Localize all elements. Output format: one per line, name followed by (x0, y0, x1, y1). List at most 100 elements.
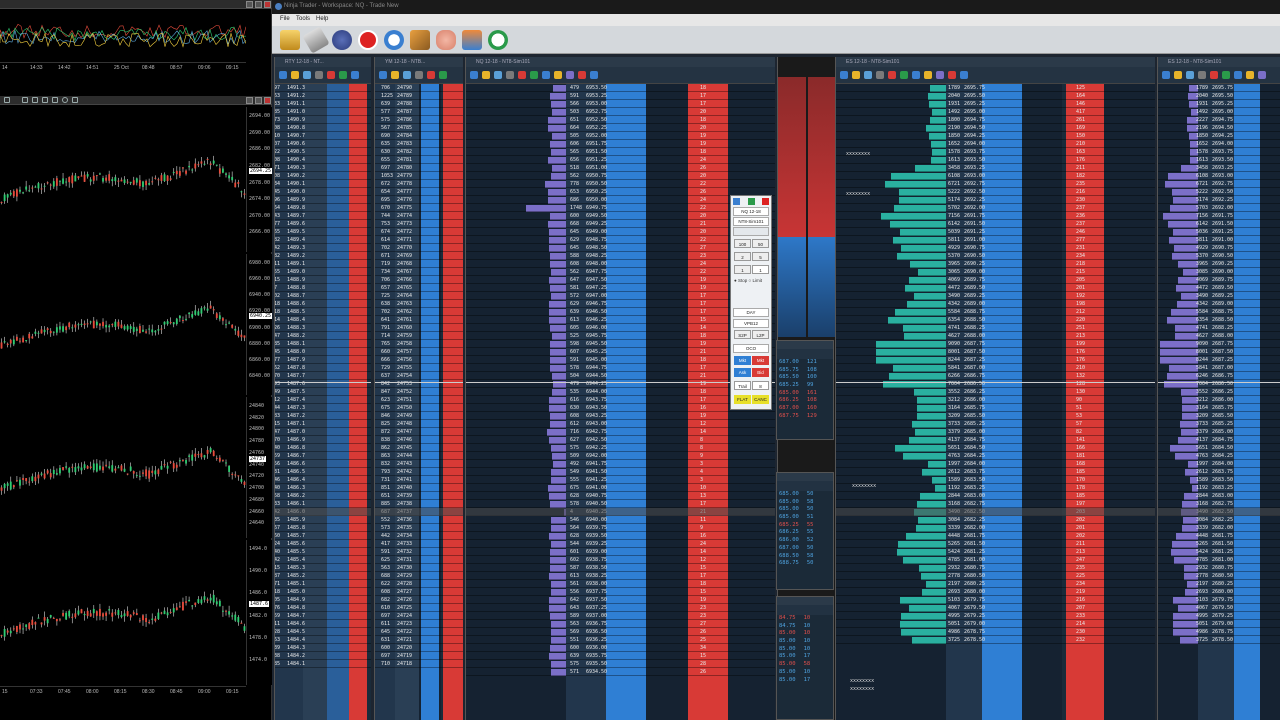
ask-size[interactable]: 15 (700, 589, 706, 595)
ask-size[interactable]: 212 (1076, 309, 1085, 315)
qty-5-button[interactable]: 5 (752, 252, 769, 261)
connect-icon[interactable] (332, 30, 352, 50)
ask-size[interactable]: 25 (700, 637, 706, 643)
ask-size[interactable]: 146 (1076, 101, 1085, 107)
ladder-tool-icon[interactable] (888, 71, 896, 79)
ask-size[interactable]: 22 (700, 237, 706, 243)
ask-size[interactable]: 27 (700, 621, 706, 627)
ask-size[interactable]: 17 (700, 93, 706, 99)
close-icon[interactable] (762, 198, 769, 205)
ask-size[interactable]: 4 (700, 469, 703, 475)
ask-size[interactable]: 3 (700, 477, 703, 483)
ask-size[interactable]: 19 (700, 341, 706, 347)
ask-size[interactable]: 215 (1076, 269, 1085, 275)
ask-size[interactable]: 53 (1076, 413, 1082, 419)
ladder-tool-icon[interactable] (391, 71, 399, 79)
ask-size[interactable]: 13 (700, 493, 706, 499)
ladder-tool-icon[interactable] (303, 71, 311, 79)
ask-size[interactable]: 211 (1076, 541, 1085, 547)
l2p-button[interactable]: L2P (752, 330, 769, 339)
ladder-body[interactable]: 1789 2695.75 125 2040 2695.50 164 1931 2695.25 1… (836, 84, 1155, 720)
piggy-bank-icon[interactable] (436, 30, 456, 50)
ask-size[interactable]: 185 (1076, 493, 1085, 499)
ask-size[interactable]: 237 (1076, 205, 1085, 211)
ladder-tool-icon[interactable] (427, 71, 435, 79)
zoom-icon[interactable] (22, 97, 28, 103)
ladder-tool-icon[interactable] (1198, 71, 1206, 79)
time-sales-window-2[interactable]: 685.00 50 685.00 58 685.00 50 685.00 51 685.25 55… (776, 472, 834, 590)
ask-size[interactable]: 216 (1076, 189, 1085, 195)
ask-size[interactable]: 21 (700, 373, 706, 379)
close-button[interactable] (264, 97, 271, 104)
ask-size[interactable]: 24 (700, 157, 706, 163)
ask-size[interactable]: 24 (700, 197, 706, 203)
ask-size[interactable]: 23 (700, 605, 706, 611)
ask-size[interactable]: 16 (700, 533, 706, 539)
oco-button[interactable]: OCO (733, 344, 769, 353)
ask-size[interactable]: 26 (700, 165, 706, 171)
s2p-button[interactable]: S2P (734, 330, 751, 339)
menu-tools[interactable]: Tools (296, 16, 310, 22)
new-icon[interactable] (280, 30, 300, 50)
ask-size[interactable]: 202 (1076, 533, 1085, 539)
chart-toolbar[interactable] (0, 96, 272, 105)
ask-size[interactable]: 26 (700, 669, 706, 675)
ladder-tool-icon[interactable] (530, 71, 538, 79)
ask-size[interactable]: 169 (1076, 125, 1085, 131)
ask-size[interactable]: 20 (700, 125, 706, 131)
ask-size[interactable]: 176 (1076, 349, 1085, 355)
tif-selector[interactable]: DAY (733, 308, 769, 317)
ask-size[interactable]: 51 (1076, 405, 1082, 411)
ladder-tool-icon[interactable] (936, 71, 944, 79)
sell-market-button[interactable]: Mkt (752, 356, 769, 365)
ladder-tool-icon[interactable] (327, 71, 335, 79)
ask-size[interactable]: 18 (700, 85, 706, 91)
ask-size[interactable]: 205 (1076, 277, 1085, 283)
ladder-tool-icon[interactable] (279, 71, 287, 79)
ladder-tool-icon[interactable] (339, 71, 347, 79)
ask-size[interactable]: 230 (1076, 629, 1085, 635)
ask-size[interactable]: 22 (700, 269, 706, 275)
ladder-tool-icon[interactable] (876, 71, 884, 79)
ask-size[interactable]: 24 (700, 541, 706, 547)
ladder-body[interactable]: 479 6953.50 18 591 6953.25 17 566 6953.00 17 503 6… (466, 84, 775, 720)
clock-icon[interactable] (384, 30, 404, 50)
ask-size[interactable]: 10 (700, 485, 706, 491)
ask-size[interactable]: 17 (700, 309, 706, 315)
ask-size[interactable]: 34 (700, 645, 706, 651)
ask-size[interactable]: 18 (700, 333, 706, 339)
ask-size[interactable]: 17 (700, 365, 706, 371)
ladder-tool-icon[interactable] (415, 71, 423, 79)
ask-size[interactable]: 26 (700, 189, 706, 195)
ask-size[interactable]: 23 (700, 613, 706, 619)
ladder-tool-icon[interactable] (590, 71, 598, 79)
ladder-tool-icon[interactable] (1186, 71, 1194, 79)
ask-size[interactable]: 15 (700, 653, 706, 659)
ladder-tool-icon[interactable] (912, 71, 920, 79)
menu-file[interactable]: File (280, 16, 290, 22)
chart-ym[interactable] (0, 397, 246, 538)
ask-size[interactable]: 8 (700, 445, 703, 451)
settings-icon[interactable] (62, 97, 68, 103)
ladder-tool-icon[interactable] (1234, 71, 1242, 79)
ladder-tool-icon[interactable] (948, 71, 956, 79)
ladder-tool-icon[interactable] (1222, 71, 1230, 79)
minimize-button[interactable] (246, 1, 253, 8)
ask-size[interactable]: 234 (1076, 253, 1085, 259)
ask-size[interactable]: 14 (700, 325, 706, 331)
ask-size[interactable]: 417 (1076, 109, 1085, 115)
ask-size[interactable]: 185 (1076, 469, 1085, 475)
ask-size[interactable]: 141 (1076, 437, 1085, 443)
ladder-tool-icon[interactable] (1162, 71, 1170, 79)
ask-size[interactable]: 12 (700, 557, 706, 563)
ladder-tool-icon[interactable] (403, 71, 411, 79)
ask-size[interactable]: 132 (1076, 373, 1085, 379)
pin-icon[interactable] (748, 198, 755, 205)
ask-size[interactable]: 82 (1076, 429, 1082, 435)
ladder-tool-icon[interactable] (1246, 71, 1254, 79)
ask-size[interactable]: 218 (1076, 261, 1085, 267)
ladder-tool-icon[interactable] (291, 71, 299, 79)
ruler-icon[interactable] (302, 26, 330, 54)
chart-nq[interactable] (0, 254, 246, 395)
ask-size[interactable]: 11 (700, 517, 706, 523)
